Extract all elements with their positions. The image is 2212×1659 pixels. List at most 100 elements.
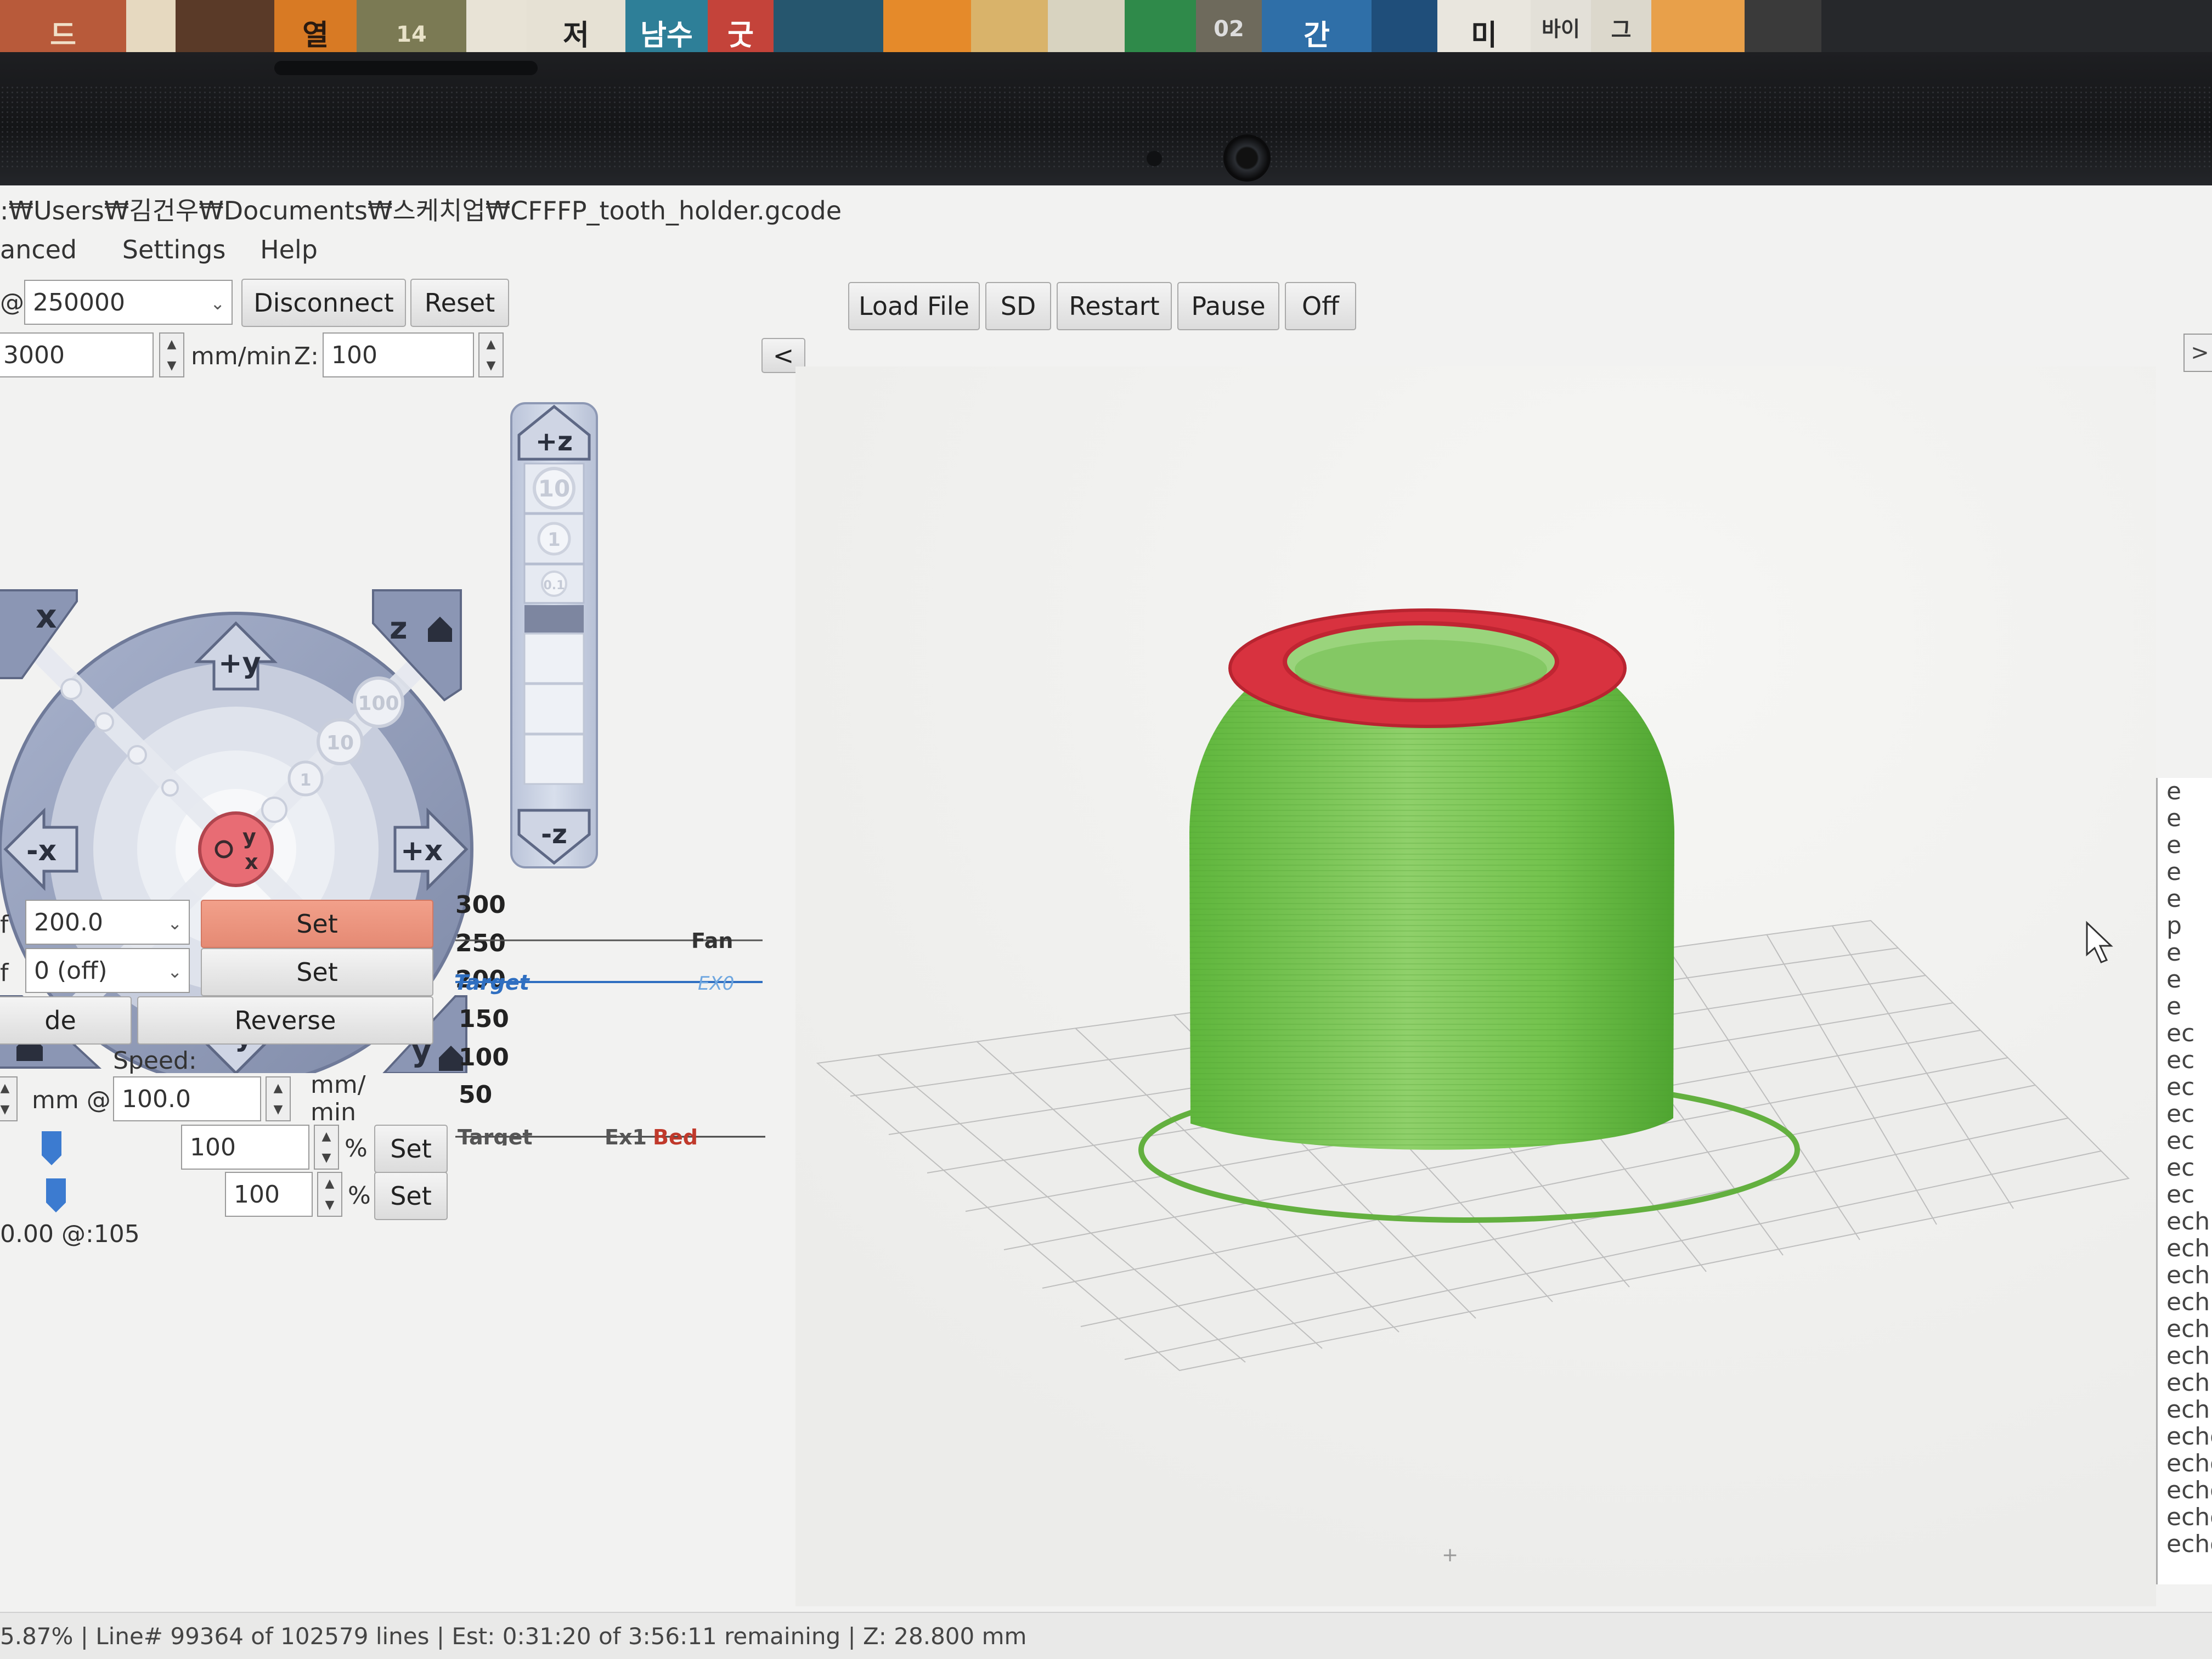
disconnect-button[interactable]: Disconnect [241,279,406,327]
menu-advanced[interactable]: anced [0,235,77,264]
xy-feedrate-stepper[interactable]: ▲ ▼ [159,332,184,377]
length-stepper[interactable]: ▲ ▼ [0,1076,18,1121]
bezel-slot [274,61,538,75]
console-line: e [2166,966,2182,994]
graph-tick: 250 [455,929,506,957]
bed-set-button[interactable]: Set [201,948,433,996]
jog-step-10-marker[interactable]: 10 [317,718,364,765]
flow-percent-label: % [348,1182,371,1210]
book-spine [1372,0,1437,60]
z-step-down-cell[interactable] [523,633,585,684]
svg-text:y: y [242,825,256,849]
legend-bed: Bed [653,1125,698,1146]
menu-help[interactable]: Help [260,235,318,264]
chevron-down-icon: ⌄ [167,961,182,982]
reset-button[interactable]: Reset [410,279,509,327]
heater-label: f [0,911,9,939]
reverse-button[interactable]: Reverse [137,996,433,1045]
jog-step-small-marker[interactable] [94,712,114,732]
console-line: echo [2166,1476,2212,1504]
expand-panel-button[interactable]: > [2183,334,2212,372]
flow-override-input[interactable]: 100 [225,1172,313,1217]
jog-plus-z-button[interactable]: +z [517,404,591,461]
console-line: echo [2166,1503,2212,1531]
book-spine: 미 [1437,0,1531,60]
feed-override-value: 100 [190,1133,236,1161]
sd-button[interactable]: SD [985,282,1051,330]
z-step-down-cell[interactable] [523,683,585,735]
webcam-icon [1223,134,1271,182]
z-feedrate-input[interactable]: 100 [323,332,474,377]
book-spine [883,0,971,60]
heater-temp-value: 200.0 [34,908,103,936]
jog-step-1-marker[interactable]: 1 [287,760,324,797]
console-log[interactable]: e e e e e p e e e ec ec ec ec ec ec ec e… [2156,778,2212,1584]
svg-text:10: 10 [538,475,570,502]
book-spine [176,0,274,60]
console-line: ec [2166,1019,2195,1047]
feed-slider-handle[interactable] [40,1129,64,1167]
svg-text:1: 1 [300,771,312,790]
jog-center-button[interactable]: y x [198,811,274,887]
extrude-speed-stepper[interactable]: ▲ ▼ [266,1076,291,1121]
console-line: ec [2166,1127,2195,1155]
console-line: e [2166,778,2182,805]
gcode-3d-viewer[interactable]: + [795,366,2156,1606]
book-spine [466,0,527,60]
z-feedrate-stepper[interactable]: ▲ ▼ [478,332,504,377]
baud-rate-value: 250000 [33,288,125,317]
jog-step-small-marker[interactable] [261,797,287,823]
heater-set-button[interactable]: Set [201,900,433,948]
console-line: ec [2166,1154,2195,1182]
book-spine: 바이 [1531,0,1591,60]
graph-tick: 150 [459,1005,509,1033]
legend-fan: Fan [691,929,733,953]
z-feedrate-label: Z: [294,342,319,370]
console-line: ech [2166,1261,2210,1289]
menu-settings[interactable]: Settings [122,235,226,264]
book-spine: 02 [1196,0,1262,60]
svg-text:x: x [36,597,57,636]
heater-temp-select[interactable]: 200.0 ⌄ [25,900,190,945]
feed-override-stepper[interactable]: ▲ ▼ [314,1125,339,1170]
jog-step-100-marker[interactable]: 100 [353,676,404,728]
flow-slider-handle[interactable] [44,1176,68,1215]
baud-at-label: @ [0,289,24,317]
feed-percent-label: % [345,1135,368,1163]
extrude-speed-input[interactable]: 100.0 [113,1076,261,1121]
console-line: e [2166,804,2182,832]
extrude-button[interactable]: de [0,996,132,1045]
speed-unit-bottom: min [311,1098,356,1126]
xy-feedrate-input[interactable]: 3000 [0,332,154,377]
off-button[interactable]: Off [1285,282,1356,330]
book-spine: 간 [1262,0,1372,60]
flow-override-stepper[interactable]: ▲ ▼ [317,1172,342,1217]
restart-button[interactable]: Restart [1057,282,1172,330]
graph-tick: 50 [459,1081,492,1109]
book-spine: 남수 [625,0,708,60]
sensor-icon [1147,151,1162,166]
z-step-down-cell[interactable] [523,733,585,785]
jog-minus-z-button[interactable]: -z [517,809,591,865]
z-jog-control[interactable]: +z 10 1 0.1 -z [510,402,598,868]
flow-override-set-button[interactable]: Set [374,1172,448,1220]
console-line: e [2166,885,2182,913]
feed-override-set-button[interactable]: Set [374,1125,448,1173]
status-bar: 5.87% | Line# 99364 of 102579 lines | Es… [0,1612,2212,1659]
load-file-button[interactable]: Load File [848,282,980,330]
console-line: ec [2166,1100,2195,1128]
svg-text:+y: +y [218,647,261,680]
baud-rate-select[interactable]: 250000 ⌄ [24,280,233,325]
temperature-graph: 300 250 Fan 200 Target EX0 150 100 50 Ta… [454,893,765,1146]
feed-override-input[interactable]: 100 [181,1125,309,1170]
jog-step-small-marker[interactable] [161,779,179,797]
bed-temp-select[interactable]: 0 (off) ⌄ [25,948,190,993]
console-line: echo [2166,1530,2212,1558]
book-spine: 열 [274,0,357,60]
jog-step-small-marker[interactable] [60,678,82,700]
z-center-band [524,605,584,633]
jog-step-small-marker[interactable] [127,745,147,765]
mouse-cursor-icon [2086,921,2113,963]
pause-button[interactable]: Pause [1177,282,1279,330]
console-line: echo [2166,1423,2212,1451]
